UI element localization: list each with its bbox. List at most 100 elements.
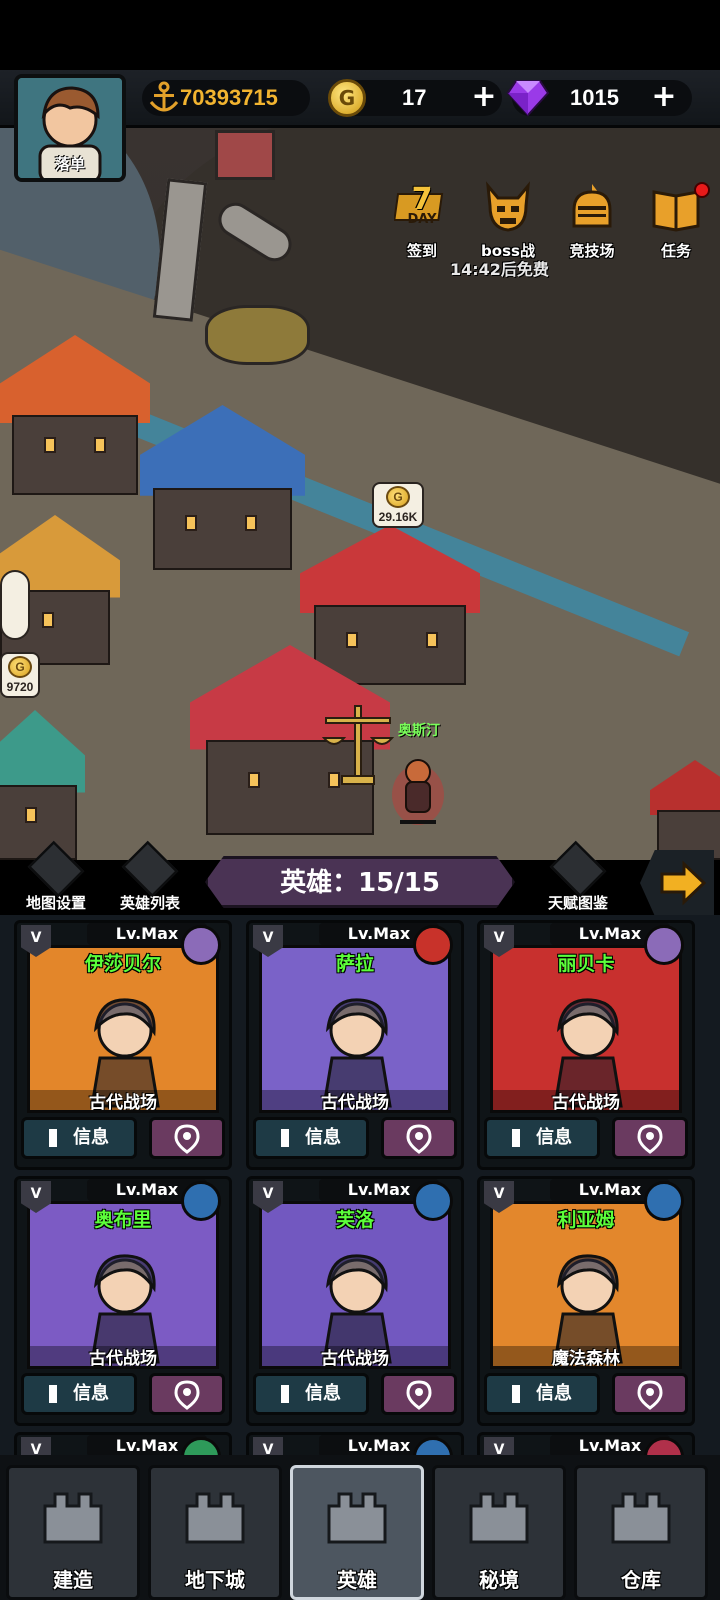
nav-castle[interactable]: 建造 [6, 1465, 140, 1600]
arrow-right-icon [660, 860, 707, 906]
hero-location: 古代战场 [262, 1346, 448, 1366]
boss-free-timer: 14:42后免费 [450, 260, 549, 279]
quests-label: 任务 [660, 242, 691, 260]
hero-locate-button[interactable] [612, 1373, 688, 1415]
hero-locate-button[interactable] [149, 1373, 225, 1415]
checkin-label: 签到 [406, 242, 437, 260]
hero-info-label: 信息 [305, 1383, 341, 1404]
hero-info-label: 信息 [305, 1127, 341, 1148]
ring-bubble[interactable] [0, 570, 30, 640]
nav-label: 建造 [53, 1568, 93, 1592]
knight-helmet-icon [572, 184, 612, 228]
hero-location: 古代战场 [30, 1090, 216, 1110]
hero-info-label: 信息 [536, 1383, 572, 1404]
hero-locate-button[interactable] [381, 1117, 457, 1159]
hero-card[interactable]: 魔法森林 利亚姆 V Lv.Max 信息 [477, 1176, 695, 1426]
blacksmith-building[interactable] [650, 760, 720, 860]
gold-coin-icon: G [386, 486, 410, 508]
gem-counter: 1015 + [506, 80, 692, 117]
coin-bubble-crystal[interactable]: G 9720 [0, 652, 40, 698]
hero-card[interactable]: 古代战场 萨拉 V Lv.Max 信息 [246, 920, 464, 1170]
add-gems-button[interactable]: + [650, 82, 678, 112]
hero-count: 英雄：15/15 [280, 868, 440, 898]
coin-bubble-value: 29.16K [378, 510, 418, 524]
add-gold-button[interactable]: + [470, 82, 498, 112]
arena-label: 竞技场 [569, 242, 615, 260]
hero-location: 古代战场 [493, 1090, 679, 1110]
map-pin-icon [406, 1123, 432, 1154]
hero-info-button[interactable]: 信息 [253, 1117, 369, 1159]
element-icon [644, 1181, 684, 1221]
hero-info-label: 信息 [73, 1383, 109, 1404]
nav-sack[interactable]: 仓库 [574, 1465, 708, 1600]
hero-info-button[interactable]: 信息 [21, 1373, 137, 1415]
sack-icon [611, 1492, 671, 1544]
gem-icon [506, 80, 550, 117]
castle-icon [43, 1492, 103, 1544]
coin-bubble-restaurant[interactable]: G 29.16K [372, 482, 424, 528]
open-book-icon [549, 840, 607, 898]
inn-building[interactable] [140, 405, 305, 570]
hero-info-button[interactable]: 信息 [484, 1373, 600, 1415]
map-pin-icon [174, 1379, 200, 1410]
hero-info-label: 信息 [536, 1127, 572, 1148]
demon-skull-icon [486, 181, 530, 232]
trophy-value: 70393715 [180, 85, 278, 110]
hero-silhouette-icon [121, 840, 179, 898]
player-name: 落单 [54, 155, 85, 173]
map-hero-sprite[interactable] [390, 750, 445, 830]
nav-label: 地下城 [185, 1568, 245, 1592]
map-settings-icon [27, 840, 85, 898]
hero-locate-button[interactable] [149, 1117, 225, 1159]
map-pin-icon [174, 1123, 200, 1154]
hero-locate-button[interactable] [381, 1373, 457, 1415]
info-bar-icon [512, 1129, 520, 1147]
element-icon [413, 925, 453, 965]
player-avatar[interactable]: 落单 [14, 74, 126, 182]
tavern-building[interactable] [0, 335, 150, 495]
element-icon [413, 1181, 453, 1221]
hero-info-button[interactable]: 信息 [253, 1373, 369, 1415]
talent-book-button[interactable]: 天赋图鉴 [528, 840, 628, 913]
hero-info-button[interactable]: 信息 [21, 1117, 137, 1159]
event-boss[interactable]: boss战 [472, 180, 544, 260]
map-pin-icon [637, 1123, 663, 1154]
hero-locate-button[interactable] [612, 1117, 688, 1159]
hero-card[interactable]: 古代战场 芙洛 V Lv.Max 信息 [246, 1176, 464, 1426]
next-page-button[interactable] [640, 850, 714, 916]
nav-crown-shield[interactable]: 地下城 [148, 1465, 282, 1600]
hero-info-button[interactable]: 信息 [484, 1117, 600, 1159]
status-bar [0, 0, 720, 70]
element-icon [181, 1181, 221, 1221]
map-settings-button[interactable]: 地图设置 [6, 840, 106, 913]
crystal-building[interactable] [0, 710, 85, 860]
nav-label: 秘境 [479, 1568, 519, 1592]
hero-card[interactable]: 古代战场 奥布里 V Lv.Max 信息 [14, 1176, 232, 1426]
ruined-pillar-top [215, 130, 275, 180]
coin-bubble-value: 9720 [6, 680, 34, 694]
event-quests[interactable]: 任务 [640, 180, 712, 260]
hero-info-label: 信息 [73, 1127, 109, 1148]
hero-card[interactable]: 古代战场 丽贝卡 V Lv.Max 信息 [477, 920, 695, 1170]
boulders [205, 305, 310, 365]
element-icon [181, 925, 221, 965]
scales-icon [321, 705, 395, 785]
event-checkin[interactable]: 7 DAY 签到 [386, 180, 458, 260]
map-hero-name: 奥斯汀 [398, 723, 440, 739]
nav-haunted-house[interactable]: 秘境 [432, 1465, 566, 1600]
hero-card[interactable]: 古代战场 伊莎贝尔 V Lv.Max 信息 [14, 920, 232, 1170]
hero-location: 古代战场 [30, 1346, 216, 1366]
anchor-icon [149, 81, 179, 112]
haunted-house-icon [469, 1492, 529, 1544]
hero-list-button[interactable]: 英雄列表 [100, 840, 200, 913]
info-bar-icon [49, 1129, 57, 1147]
info-bar-icon [281, 1385, 289, 1403]
info-bar-icon [512, 1385, 520, 1403]
info-bar-icon [281, 1129, 289, 1147]
nav-helmet[interactable]: 英雄 [290, 1465, 424, 1600]
event-arena[interactable]: 竞技场 [556, 180, 628, 260]
seven-day-badge: DAY [407, 212, 437, 227]
gold-counter: G 17 + [328, 79, 502, 117]
info-bar-icon [49, 1385, 57, 1403]
gem-value: 1015 [570, 85, 619, 110]
